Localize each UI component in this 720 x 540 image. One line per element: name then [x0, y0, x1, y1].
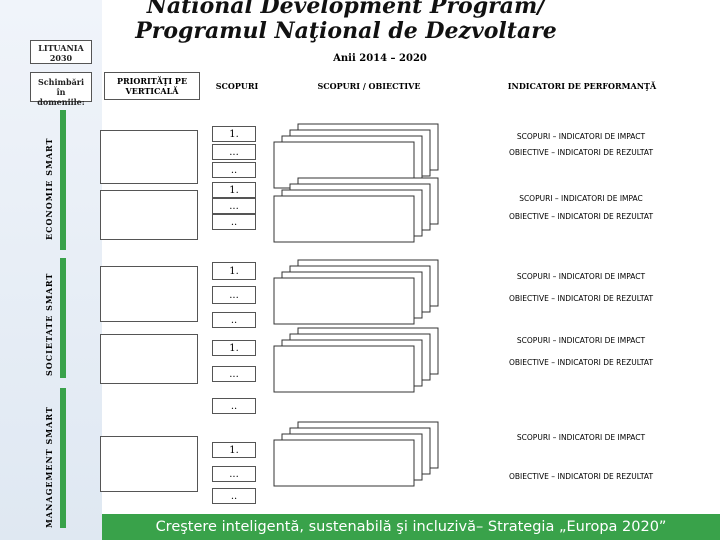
header-indicators-label: INDICATORI DE PERFORMANŢĂ [507, 81, 657, 91]
goal-item: 1. [212, 340, 256, 356]
years-range: Anii 2014 – 2020 [333, 53, 427, 64]
section-label-management: MANAGEMENT SMART [44, 406, 54, 528]
indicator-result: OBIECTIVE – INDICATORI DE REZULTAT [476, 356, 686, 370]
goal-item: 1. [212, 182, 256, 198]
goal-item: 1. [212, 126, 256, 142]
priority-box [100, 190, 198, 240]
section-bar-society [60, 258, 66, 378]
indicator-impact: SCOPURI – INDICATORI DE IMPAC [476, 192, 686, 206]
header-priorities-label: PRIORITĂŢI PE VERTICALĂ [116, 76, 188, 96]
europe-2020-banner: Creştere inteligentă, sustenabilă şi inc… [102, 514, 720, 540]
goal-item: .. [212, 162, 256, 178]
indicator-result: OBIECTIVE – INDICATORI DE REZULTAT [476, 470, 686, 484]
priority-box [100, 436, 198, 492]
goal-item: ... [212, 198, 256, 214]
priority-box [100, 130, 198, 184]
header-goals-objectives: SCOPURI / OBIECTIVE [284, 72, 454, 100]
section-label-society: SOCIETATE SMART [44, 272, 54, 376]
priority-box [100, 266, 198, 322]
country-label: LITUANIA [38, 43, 84, 53]
goal-item: ... [212, 286, 256, 304]
goal-item: ... [212, 466, 256, 482]
goal-item: .. [212, 398, 256, 414]
header-indicators: INDICATORI DE PERFORMANŢĂ [476, 72, 688, 100]
priority-box [100, 334, 198, 384]
header-priorities: PRIORITĂŢI PE VERTICALĂ [104, 72, 200, 100]
year-label: 2030 [49, 53, 73, 63]
header-goals: SCOPURI [208, 72, 266, 100]
section-bar-economy [60, 110, 66, 250]
section-bar-management [60, 388, 66, 528]
goal-item: ... [212, 144, 256, 160]
indicator-result: OBIECTIVE – INDICATORI DE REZULTAT [476, 148, 686, 170]
section-label-economy: ECONOMIE SMART [44, 137, 54, 241]
goal-item: .. [212, 312, 256, 328]
header-goals-objectives-label: SCOPURI / OBIECTIVE [317, 81, 421, 91]
indicator-result: OBIECTIVE – INDICATORI DE REZULTAT [476, 210, 686, 224]
goal-item: 1. [212, 262, 256, 280]
indicator-impact: SCOPURI – INDICATORI DE IMPACT [476, 270, 686, 284]
goal-item: .. [212, 214, 256, 230]
changes-box: Schimbări în domeniile: [30, 72, 92, 107]
header-goals-label: SCOPURI [215, 81, 259, 91]
page-title: National Development Program/ Programul … [135, 0, 557, 44]
changes-label: Schimbări în domeniile: [37, 77, 85, 107]
indicator-impact: SCOPURI – INDICATORI DE IMPACT [476, 130, 686, 144]
indicator-impact: SCOPURI – INDICATORI DE IMPACT [476, 431, 686, 445]
goal-item: ... [212, 366, 256, 382]
indicator-impact: SCOPURI – INDICATORI DE IMPACT [476, 334, 686, 348]
goal-item: 1. [212, 442, 256, 458]
country-box: LITUANIA 2030 [30, 40, 92, 64]
objectives-stack [273, 123, 439, 487]
indicator-result: OBIECTIVE – INDICATORI DE REZULTAT [476, 292, 686, 306]
goal-item: .. [212, 488, 256, 504]
